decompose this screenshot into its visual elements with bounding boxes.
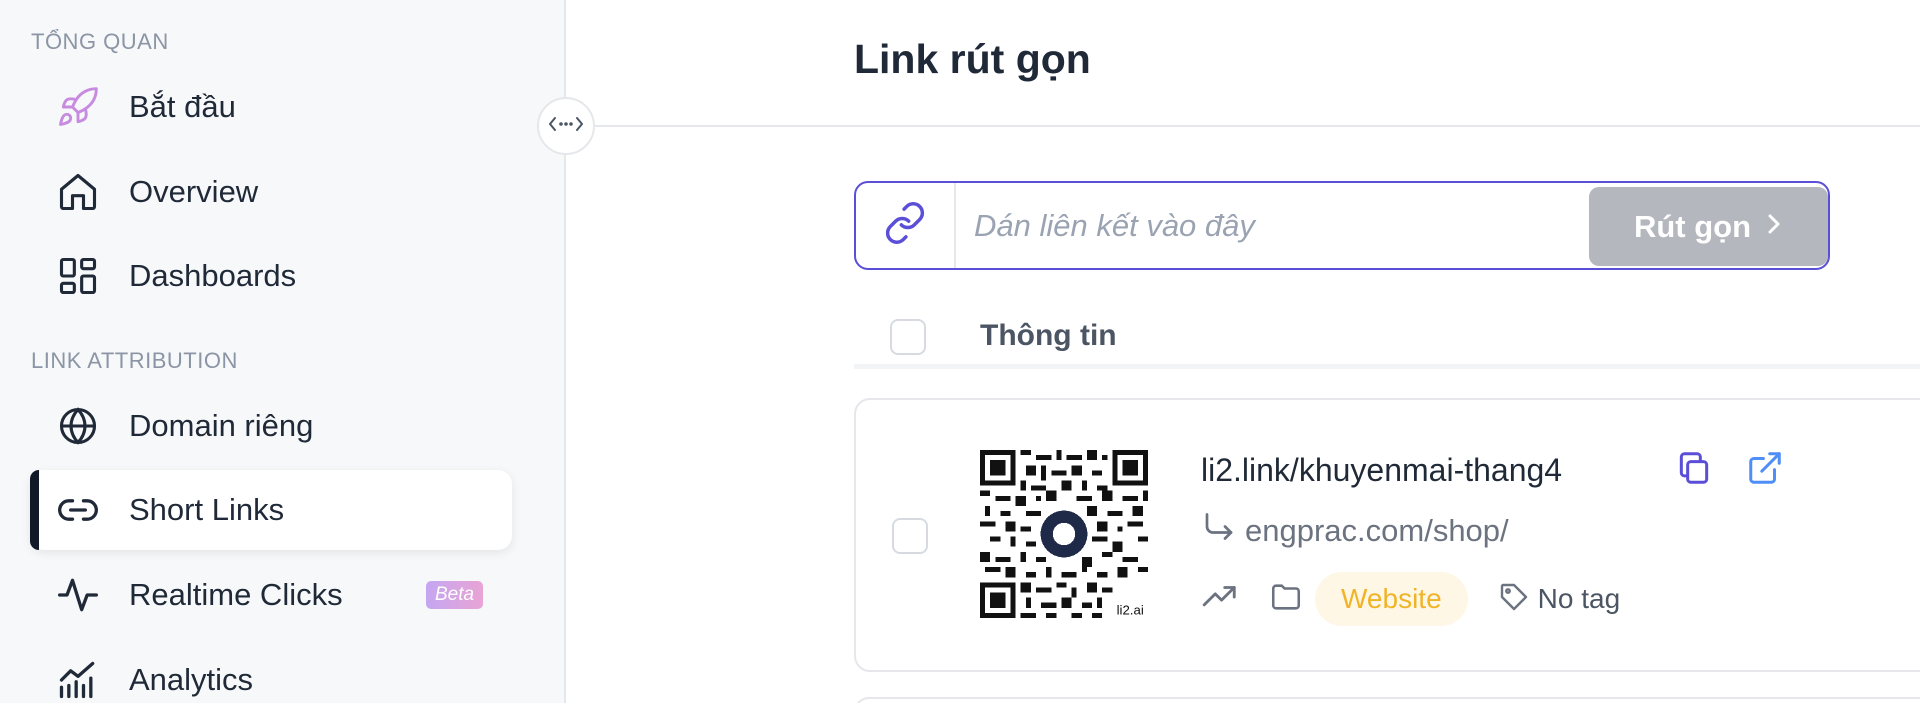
section-label-link-attribution: Link attribution xyxy=(31,348,238,373)
rocket-icon xyxy=(56,85,100,129)
activity-icon xyxy=(56,573,100,617)
resize-arrows-icon xyxy=(548,114,584,139)
sidebar-item-label: Analytics xyxy=(129,662,254,697)
redirect-arrow-icon xyxy=(1201,510,1237,551)
destination-row: engprac.com/shop/ xyxy=(1201,510,1509,551)
link-input-prefix xyxy=(856,183,956,268)
link-icon xyxy=(883,201,927,250)
qr-caption: li2.ai xyxy=(1117,602,1144,617)
copy-icon xyxy=(1675,449,1713,492)
chevron-right-icon xyxy=(1765,209,1783,245)
external-link-icon xyxy=(1746,449,1784,492)
column-header-info: Thông tin xyxy=(980,319,1117,352)
header-divider xyxy=(568,125,1920,127)
trending-icon[interactable] xyxy=(1201,578,1239,621)
sidebar-item-label: Bắt đầu xyxy=(129,89,236,124)
sidebar-item-getting-started[interactable]: Bắt đầu xyxy=(30,67,512,147)
sidebar-item-realtime-clicks[interactable]: Realtime Clicks Beta xyxy=(30,555,512,635)
folder-icon xyxy=(1269,580,1303,619)
copy-button[interactable] xyxy=(1674,450,1714,490)
sidebar-item-label: Short Links xyxy=(129,492,285,527)
dashboard-icon xyxy=(56,254,100,298)
sidebar-item-label: Overview xyxy=(129,174,259,209)
link-shortener-bar: Rút gọn xyxy=(854,181,1830,270)
link-icon xyxy=(56,488,100,532)
sidebar-collapse-button[interactable] xyxy=(537,97,595,155)
sidebar-item-dashboards[interactable]: Dashboards xyxy=(30,236,512,316)
sidebar-item-short-links[interactable]: Short Links xyxy=(30,470,512,550)
qr-code[interactable]: li2.ai xyxy=(980,450,1148,618)
sidebar-item-analytics[interactable]: Analytics xyxy=(30,640,512,703)
tag-icon xyxy=(1498,581,1530,618)
open-link-button[interactable] xyxy=(1745,450,1785,490)
link-meta: Website No tag xyxy=(1201,572,1620,626)
sidebar-item-label: Realtime Clicks xyxy=(129,577,343,612)
sidebar-item-label: Domain riêng xyxy=(129,408,314,443)
chart-icon xyxy=(56,658,100,702)
home-icon xyxy=(56,170,100,214)
section-label-overview: Tổng quan xyxy=(31,29,169,54)
shorten-button[interactable]: Rút gọn xyxy=(1589,187,1828,266)
select-all-checkbox[interactable] xyxy=(890,319,926,355)
row-checkbox[interactable] xyxy=(892,518,928,554)
sidebar-item-overview[interactable]: Overview xyxy=(30,152,512,232)
short-url[interactable]: li2.link/khuyenmai-thang4 xyxy=(1201,452,1562,489)
table-header: Thông tin xyxy=(854,303,1920,369)
page-title: Link rút gọn xyxy=(854,36,1091,82)
beta-badge: Beta xyxy=(426,581,484,609)
globe-icon xyxy=(56,404,100,448)
link-row: li2.ai li2.link/khuyenmai-thang4 engprac… xyxy=(854,398,1920,672)
url-input[interactable] xyxy=(974,203,1424,248)
link-row xyxy=(854,697,1920,703)
sidebar: Tổng quan Bắt đầu Overview xyxy=(0,0,566,703)
shorten-button-label: Rút gọn xyxy=(1633,208,1752,244)
destination-url[interactable]: engprac.com/shop/ xyxy=(1245,513,1509,549)
sidebar-item-label: Dashboards xyxy=(129,258,297,293)
tag-label[interactable]: No tag xyxy=(1538,583,1621,615)
folder-badge[interactable]: Website xyxy=(1315,572,1468,626)
sidebar-item-custom-domain[interactable]: Domain riêng xyxy=(30,386,512,466)
